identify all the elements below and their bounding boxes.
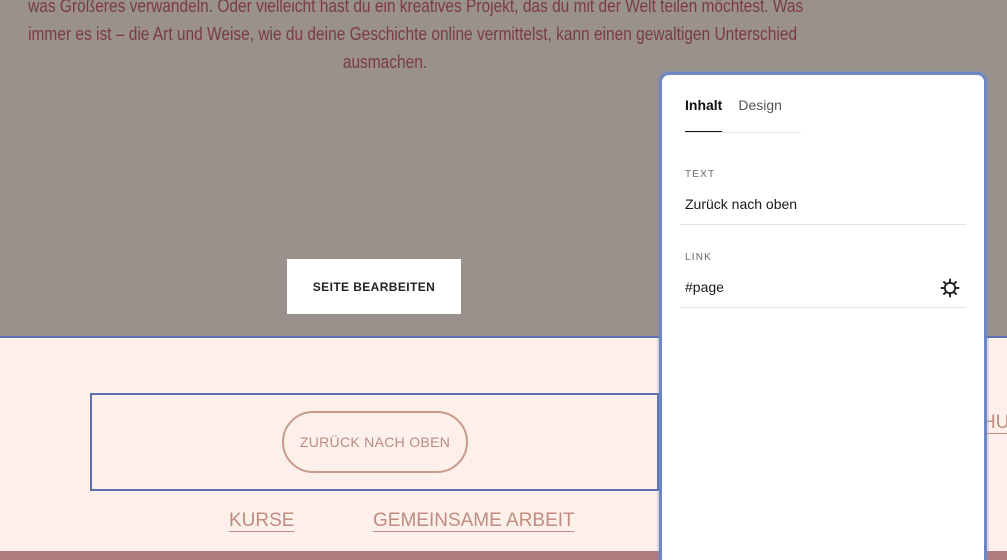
tab-design[interactable]: Design bbox=[738, 97, 782, 133]
selected-block-outline[interactable]: ZURÜCK NACH OBEN bbox=[90, 393, 659, 491]
link-field-input[interactable]: #page bbox=[685, 279, 724, 295]
text-field-label: TEXT bbox=[685, 169, 716, 180]
nav-link-gemeinsame-arbeit[interactable]: GEMEINSAME ARBEIT bbox=[373, 510, 575, 532]
gear-icon[interactable] bbox=[940, 278, 960, 298]
paragraph-line: ausmachen. bbox=[342, 52, 428, 72]
link-field-label: LINK bbox=[685, 252, 713, 263]
block-editor-panel: Inhalt Design TEXT Zurück nach oben LINK… bbox=[659, 72, 987, 560]
panel-tabs: Inhalt Design bbox=[685, 97, 782, 133]
intro-paragraph: was Größeres verwandeln. Oder vielleicht… bbox=[28, 0, 804, 76]
paragraph-line: immer es ist – die Art und Weise, wie du… bbox=[28, 24, 798, 44]
nav-link-kurse[interactable]: KURSE bbox=[229, 510, 294, 532]
edit-page-button[interactable]: SEITE BEARBEITEN bbox=[287, 259, 461, 314]
tabs-divider bbox=[685, 132, 801, 133]
field-divider bbox=[680, 307, 966, 308]
paragraph-line: was Größeres verwandeln. Oder vielleicht… bbox=[28, 0, 804, 16]
back-to-top-button[interactable]: ZURÜCK NACH OBEN bbox=[282, 411, 468, 473]
text-field-input[interactable]: Zurück nach oben bbox=[685, 196, 797, 212]
field-divider bbox=[680, 224, 966, 225]
tab-inhalt[interactable]: Inhalt bbox=[685, 97, 723, 133]
